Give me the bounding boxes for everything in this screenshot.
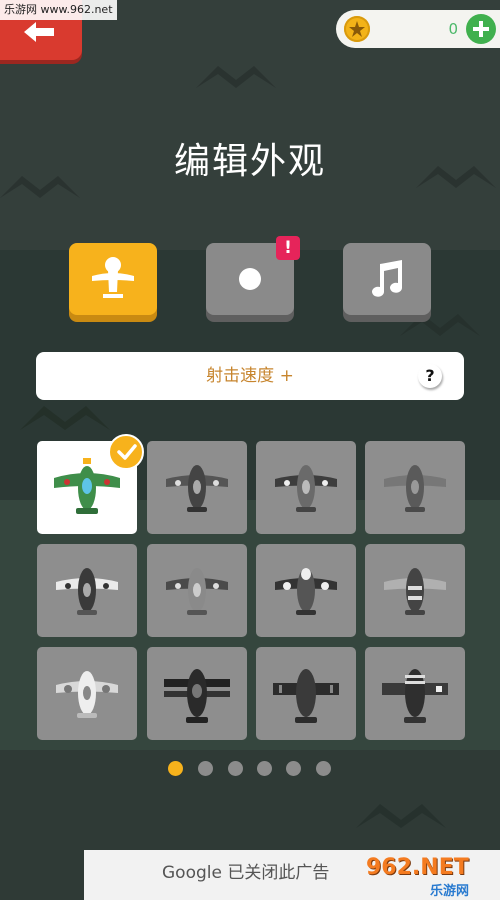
skin-item-7[interactable]: [256, 544, 356, 637]
skin-item-11[interactable]: [256, 647, 356, 740]
selected-check-icon: [108, 434, 144, 470]
page-title: 编辑外观: [173, 141, 326, 182]
new-alert-badge: !: [276, 236, 300, 260]
plane-skin-icon: [275, 567, 337, 615]
plus-icon: [473, 21, 489, 37]
skin-item-4[interactable]: [365, 441, 465, 534]
ad-closed-text: Google 已关闭此广告: [162, 863, 330, 883]
skin-item-12[interactable]: [365, 647, 465, 740]
plane-icon: [92, 257, 134, 298]
skin-item-10[interactable]: [147, 647, 247, 740]
page-indicator: [168, 761, 338, 777]
plane-skin-icon: [166, 464, 228, 512]
plane-skin-icon: [275, 464, 337, 512]
add-coins-button[interactable]: [466, 14, 496, 44]
tab-plane[interactable]: [69, 243, 157, 315]
skin-item-3[interactable]: [256, 441, 356, 534]
site-logo: 962.NET 乐游网: [366, 854, 498, 899]
dot-icon: [239, 268, 261, 290]
site-logo-main: 962.NET: [366, 855, 469, 880]
bird-decoration-icon: [20, 406, 110, 430]
plane-skin-icon: [54, 457, 120, 514]
bird-decoration-icon: [196, 66, 276, 88]
skin-grid: [37, 441, 465, 741]
plane-skin-icon: [273, 668, 339, 723]
skin-info-bar: 射击速度 + ?: [36, 352, 464, 400]
site-logo-sub: 乐游网: [430, 884, 470, 899]
skin-item-8[interactable]: [365, 544, 465, 637]
page-dot[interactable]: [316, 761, 331, 776]
plane-skin-icon: [382, 668, 448, 723]
plane-skin-icon: [164, 668, 230, 723]
skin-bonus-text: 射击速度 +: [206, 366, 294, 386]
bird-decoration-icon: [356, 804, 446, 828]
plane-skin-icon: [56, 567, 118, 615]
page-dot[interactable]: [286, 761, 301, 776]
skin-item-5[interactable]: [37, 544, 137, 637]
help-button[interactable]: ?: [418, 364, 442, 388]
page-dot[interactable]: [257, 761, 272, 776]
page-dot[interactable]: [198, 761, 213, 776]
coin-counter: 0: [336, 10, 500, 48]
plane-skin-icon: [56, 670, 118, 718]
plane-skin-icon: [384, 464, 446, 512]
page-dot[interactable]: [168, 761, 183, 776]
plane-skin-icon: [384, 567, 446, 615]
coin-icon: [344, 16, 370, 42]
ad-banner: Google 已关闭此广告 962.NET 乐游网: [84, 850, 500, 900]
coin-count: 0: [448, 20, 458, 38]
skin-item-2[interactable]: [147, 441, 247, 534]
site-watermark: 乐游网 www.962.net: [0, 0, 117, 20]
skin-item-9[interactable]: [37, 647, 137, 740]
skin-item-6[interactable]: [147, 544, 247, 637]
music-note-icon: [372, 260, 402, 297]
tab-music[interactable]: [343, 243, 431, 315]
plane-skin-icon: [166, 567, 228, 615]
page-dot[interactable]: [228, 761, 243, 776]
arrow-left-icon: [24, 22, 54, 42]
